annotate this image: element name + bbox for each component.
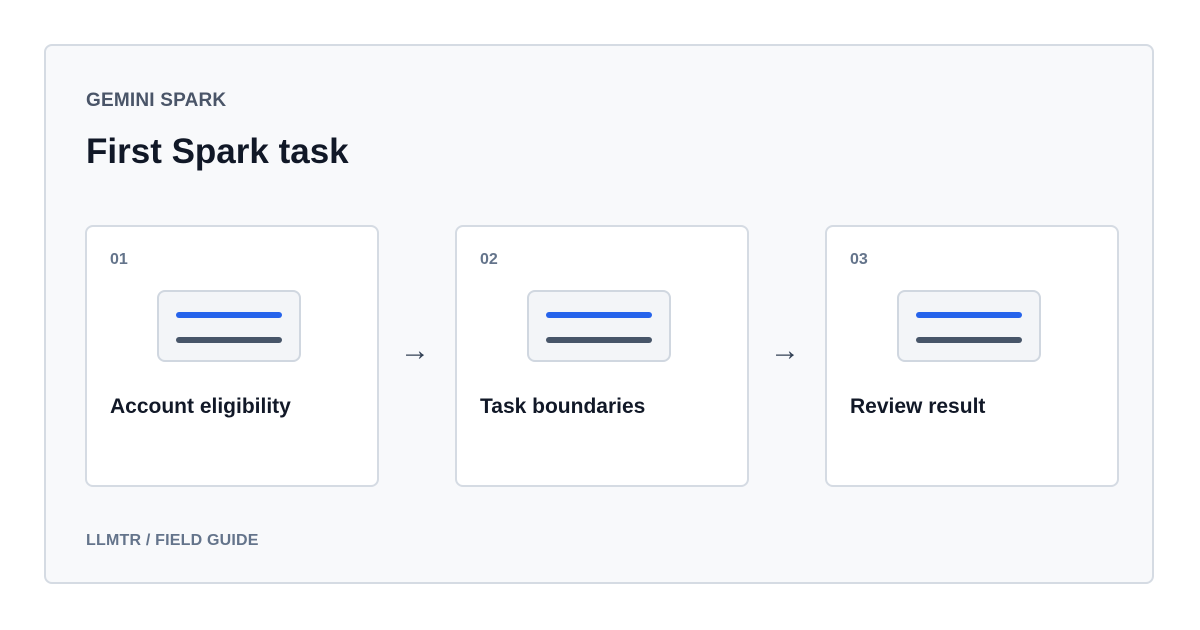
document-lines-icon — [527, 290, 671, 362]
arrow-right-icon: → — [770, 334, 800, 367]
diagram-panel: GEMINI SPARK First Spark task 01 Account… — [44, 44, 1154, 584]
step-card-3: 03 Review result — [825, 225, 1119, 487]
accent-line — [916, 312, 1022, 318]
footer-label: LLMTR / FIELD GUIDE — [86, 532, 259, 549]
step-number: 01 — [110, 251, 128, 268]
step-label: Account eligibility — [110, 395, 291, 418]
step-number: 02 — [480, 251, 498, 268]
accent-line — [546, 312, 652, 318]
secondary-line — [916, 337, 1022, 343]
document-lines-icon — [897, 290, 1041, 362]
arrow-right-icon: → — [400, 334, 430, 367]
page-title: First Spark task — [86, 132, 349, 171]
secondary-line — [176, 337, 282, 343]
step-card-1: 01 Account eligibility — [85, 225, 379, 487]
step-label: Task boundaries — [480, 395, 646, 418]
accent-line — [176, 312, 282, 318]
eyebrow-label: GEMINI SPARK — [86, 90, 227, 111]
step-card-2: 02 Task boundaries — [455, 225, 749, 487]
secondary-line — [546, 337, 652, 343]
step-number: 03 — [850, 251, 868, 268]
step-label: Review result — [850, 395, 986, 418]
document-lines-icon — [157, 290, 301, 362]
